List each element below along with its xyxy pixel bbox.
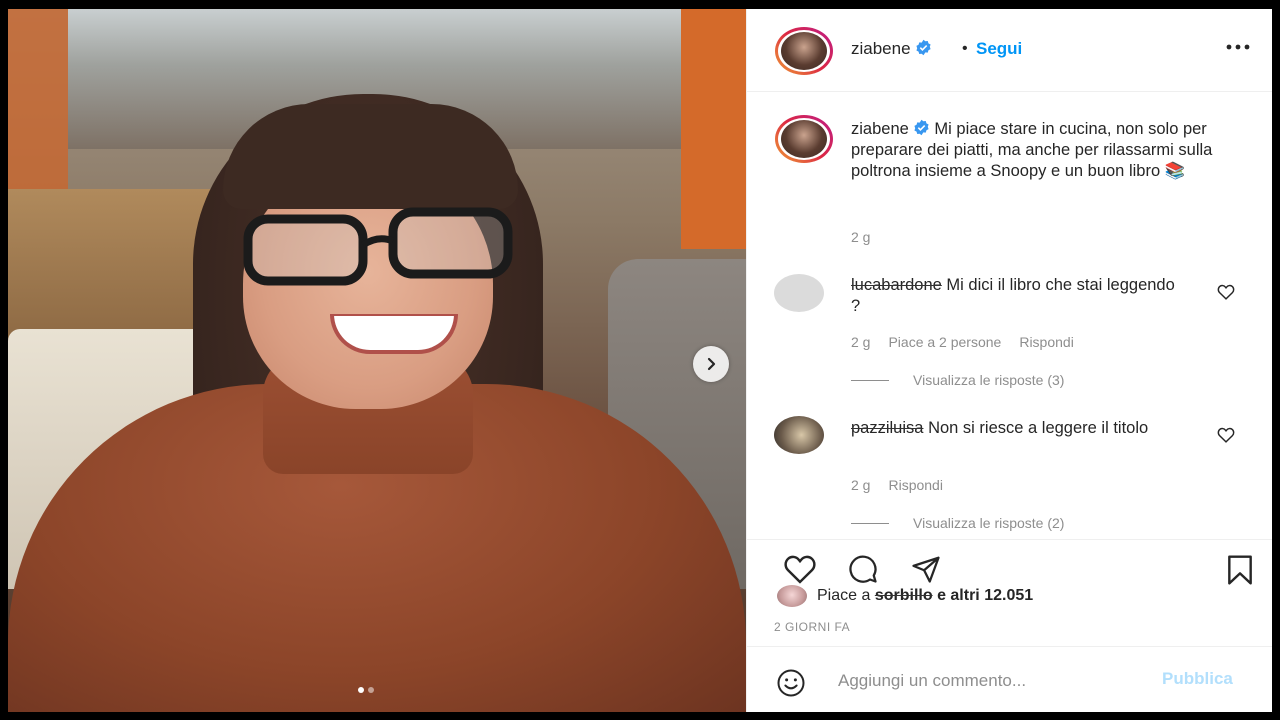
comment-username[interactable]: lucabardone — [851, 276, 942, 294]
carousel-dots — [358, 687, 374, 693]
comment-meta: 2 g Piace a 2 persone Rispondi — [851, 334, 1074, 350]
replies-divider-line — [851, 522, 889, 524]
comment-input[interactable] — [836, 665, 1140, 697]
author-username-wrap[interactable]: ziabene — [851, 39, 932, 59]
chevron-right-icon — [707, 357, 716, 371]
author-avatar[interactable] — [775, 27, 835, 77]
more-options-icon[interactable] — [1225, 43, 1251, 51]
caption-time: 2 g — [851, 229, 871, 245]
follow-button[interactable]: Segui — [976, 39, 1022, 59]
comment-time: 2 g — [851, 334, 871, 350]
comment-text: pazziluisa Non si riesce a leggere il ti… — [851, 418, 1181, 439]
post-header: ziabene • Segui — [747, 9, 1272, 92]
caption-username[interactable]: ziabene — [851, 120, 909, 138]
comment-time: 2 g — [851, 477, 871, 493]
comment-text: lucabardone Mi dici il libro che stai le… — [851, 275, 1181, 317]
verified-badge-icon — [915, 39, 931, 56]
post-photo — [8, 9, 746, 712]
view-replies-button[interactable]: Visualizza le risposte (3) — [851, 372, 1064, 388]
comment-bubble-icon[interactable] — [844, 554, 882, 584]
comments-list[interactable]: ziabene Mi piace stare in cucina, non so… — [747, 92, 1272, 532]
heart-icon[interactable] — [781, 554, 819, 584]
bookmark-icon[interactable] — [1222, 554, 1258, 586]
comment-avatar[interactable] — [774, 274, 824, 312]
likes-summary: Piace a sorbillo e altri 12.051 — [777, 585, 1033, 607]
add-comment-bar: Pubblica — [747, 646, 1272, 712]
post-caption: ziabene Mi piace stare in cucina, non so… — [851, 119, 1231, 182]
comment-likes-count[interactable]: Piace a 2 persone — [888, 334, 1001, 350]
verified-badge-icon — [914, 119, 929, 136]
carousel-dot-active — [358, 687, 364, 693]
author-username[interactable]: ziabene — [851, 39, 911, 58]
post-side-panel: ziabene • Segui ziabene Mi piace stare i… — [746, 9, 1272, 712]
publish-button[interactable]: Pubblica — [1162, 669, 1233, 689]
caption-author-avatar[interactable] — [775, 115, 835, 165]
post-dialog: ziabene • Segui ziabene Mi piace stare i… — [8, 9, 1272, 712]
paper-plane-icon[interactable] — [907, 554, 945, 584]
liker-avatar[interactable] — [777, 585, 807, 607]
emoji-smiley-icon[interactable] — [773, 668, 809, 698]
separator-dot: • — [962, 40, 968, 57]
liker-username[interactable]: sorbillo — [875, 587, 933, 605]
likes-prefix: Piace a — [817, 587, 871, 604]
comment-username[interactable]: pazziluisa — [851, 419, 923, 437]
likes-count[interactable]: e altri 12.051 — [937, 587, 1033, 605]
comment-body: Non si riesce a leggere il titolo — [928, 419, 1149, 437]
comment-like-heart-icon[interactable] — [1217, 284, 1235, 300]
carousel-dot — [368, 687, 374, 693]
comment-like-heart-icon[interactable] — [1217, 427, 1235, 443]
reply-button[interactable]: Rispondi — [1019, 334, 1073, 350]
view-replies-label[interactable]: Visualizza le risposte (2) — [913, 515, 1064, 531]
view-replies-label[interactable]: Visualizza le risposte (3) — [913, 372, 1064, 388]
post-date[interactable]: 2 GIORNI FA — [774, 620, 850, 634]
comment-avatar[interactable] — [774, 416, 824, 454]
view-replies-button[interactable]: Visualizza le risposte (2) — [851, 515, 1064, 531]
reply-button[interactable]: Rispondi — [888, 477, 942, 493]
replies-divider-line — [851, 379, 889, 381]
next-image-button[interactable] — [693, 346, 729, 382]
comment-meta: 2 g Rispondi — [851, 477, 943, 493]
